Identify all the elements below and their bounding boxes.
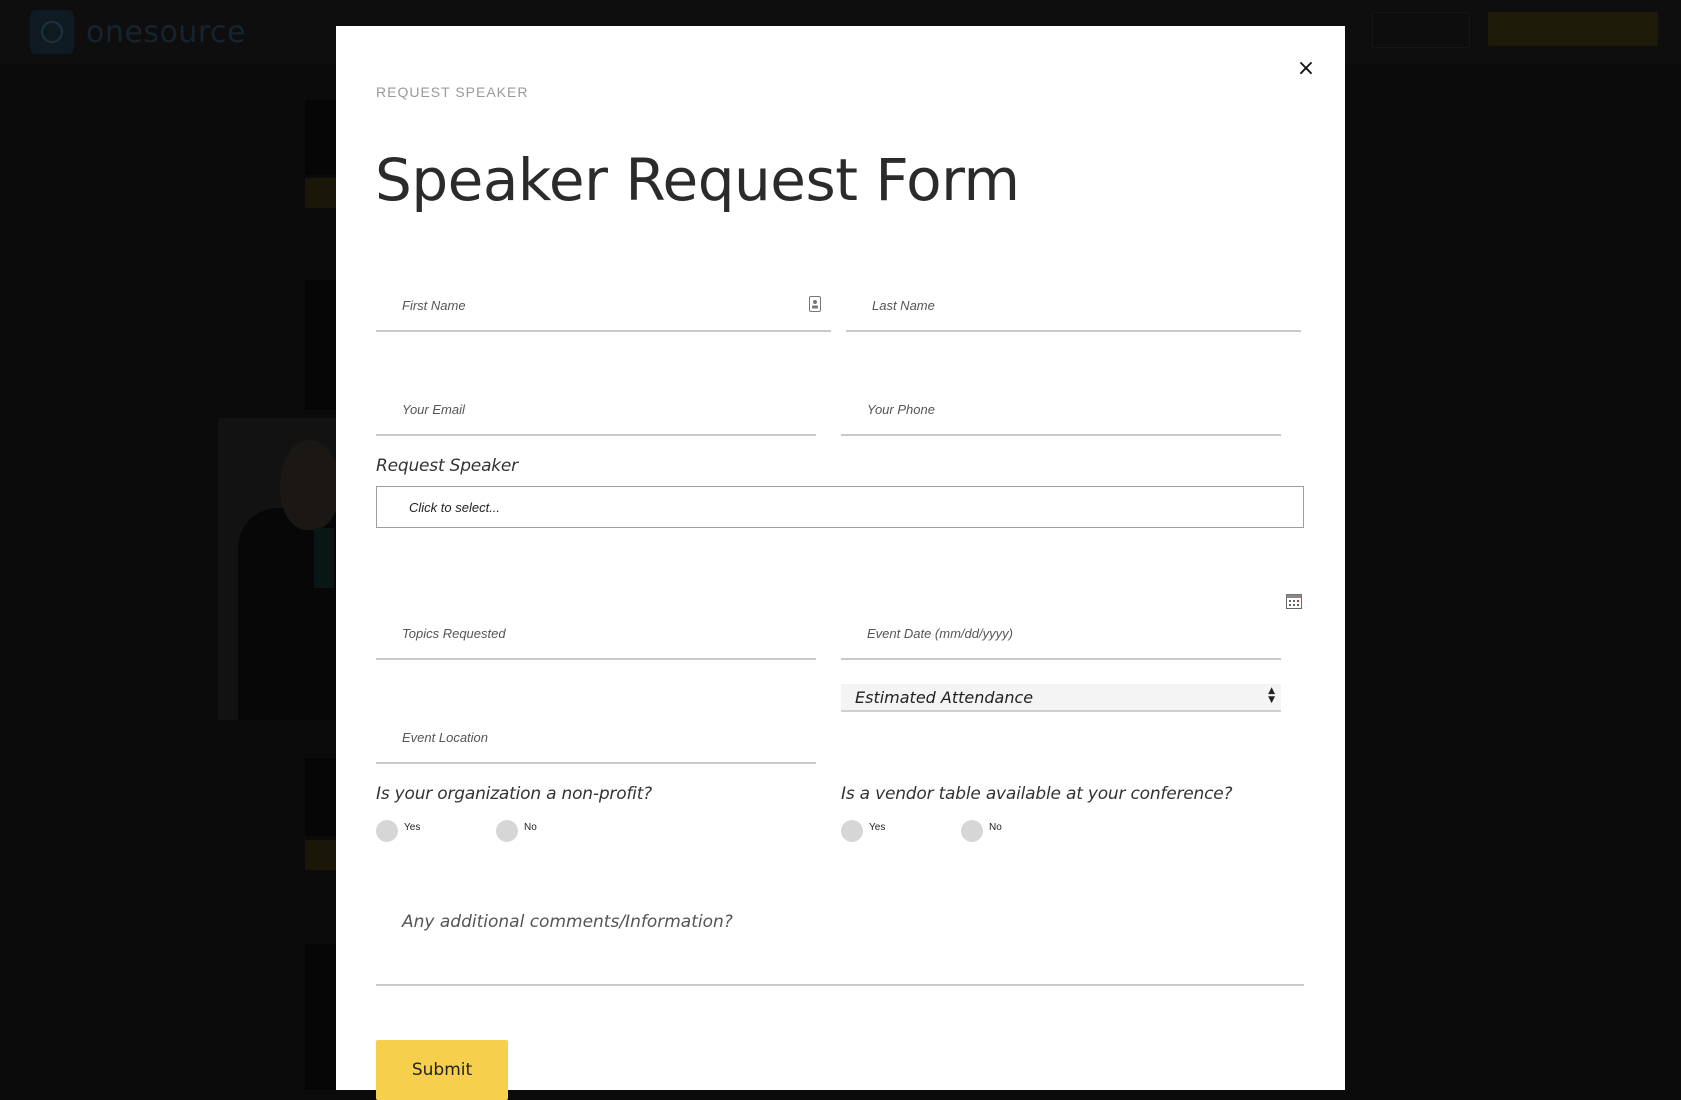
select-arrows-icon: ▲ ▼	[1268, 686, 1275, 705]
page-title: Speaker Request Form	[375, 146, 1020, 214]
calendar-icon[interactable]	[1286, 594, 1302, 614]
request-speaker-placeholder: Click to select...	[409, 499, 501, 515]
nonprofit-no-radio[interactable]: No	[496, 820, 537, 842]
phone-field	[841, 384, 1281, 436]
speaker-request-modal: × REQUEST SPEAKER Speaker Request Form R…	[336, 26, 1345, 1100]
background-block	[305, 840, 340, 870]
background-logo: onesource	[30, 10, 246, 54]
request-speaker-label: Request Speaker	[376, 456, 518, 476]
background-cta-button	[1488, 12, 1658, 46]
background-block	[305, 280, 340, 410]
radio-circle[interactable]	[841, 820, 863, 842]
modal-eyebrow: REQUEST SPEAKER	[376, 84, 529, 100]
background-nav-button	[1372, 12, 1470, 48]
topics-input[interactable]	[376, 608, 816, 658]
event-date-field	[841, 608, 1281, 660]
background-block	[305, 944, 340, 1090]
first-name-field	[376, 280, 831, 332]
comments-field	[376, 894, 1304, 986]
nonprofit-question: Is your organization a non-profit?	[376, 784, 652, 804]
event-date-input[interactable]	[841, 608, 1281, 658]
event-location-field	[376, 712, 816, 764]
radio-circle[interactable]	[961, 820, 983, 842]
nonprofit-radio-group: Yes No	[376, 820, 537, 842]
contact-card-icon[interactable]	[809, 296, 821, 317]
request-speaker-select[interactable]: Click to select...	[376, 486, 1304, 528]
background-block	[305, 178, 340, 208]
radio-label: No	[989, 822, 1002, 833]
background-speaker-photo	[218, 418, 338, 720]
event-location-input[interactable]	[376, 712, 816, 762]
nonprofit-yes-radio[interactable]: Yes	[376, 820, 496, 842]
email-field	[376, 384, 816, 436]
radio-label: Yes	[869, 822, 886, 833]
email-input[interactable]	[376, 384, 816, 434]
radio-label: Yes	[404, 822, 421, 833]
submit-button[interactable]: Submit	[376, 1040, 508, 1100]
last-name-input[interactable]	[846, 280, 1301, 330]
last-name-field	[846, 280, 1301, 332]
radio-circle[interactable]	[496, 820, 518, 842]
vendor-table-yes-radio[interactable]: Yes	[841, 820, 961, 842]
background-block	[305, 758, 340, 836]
estimated-attendance-select[interactable]: Estimated Attendance ▲ ▼	[841, 684, 1281, 712]
radio-circle[interactable]	[376, 820, 398, 842]
first-name-input[interactable]	[376, 280, 831, 330]
estimated-attendance-value: Estimated Attendance	[855, 687, 1034, 707]
background-block	[305, 100, 340, 175]
vendor-table-no-radio[interactable]: No	[961, 820, 1002, 842]
vendor-table-question: Is a vendor table available at your conf…	[841, 784, 1233, 804]
logo-mark-icon	[30, 10, 74, 54]
comments-textarea[interactable]	[376, 894, 1304, 984]
logo-text: onesource	[86, 14, 246, 50]
topics-field	[376, 608, 816, 660]
radio-label: No	[524, 822, 537, 833]
phone-input[interactable]	[841, 384, 1281, 434]
close-icon[interactable]: ×	[1293, 56, 1319, 82]
vendor-table-radio-group: Yes No	[841, 820, 1002, 842]
